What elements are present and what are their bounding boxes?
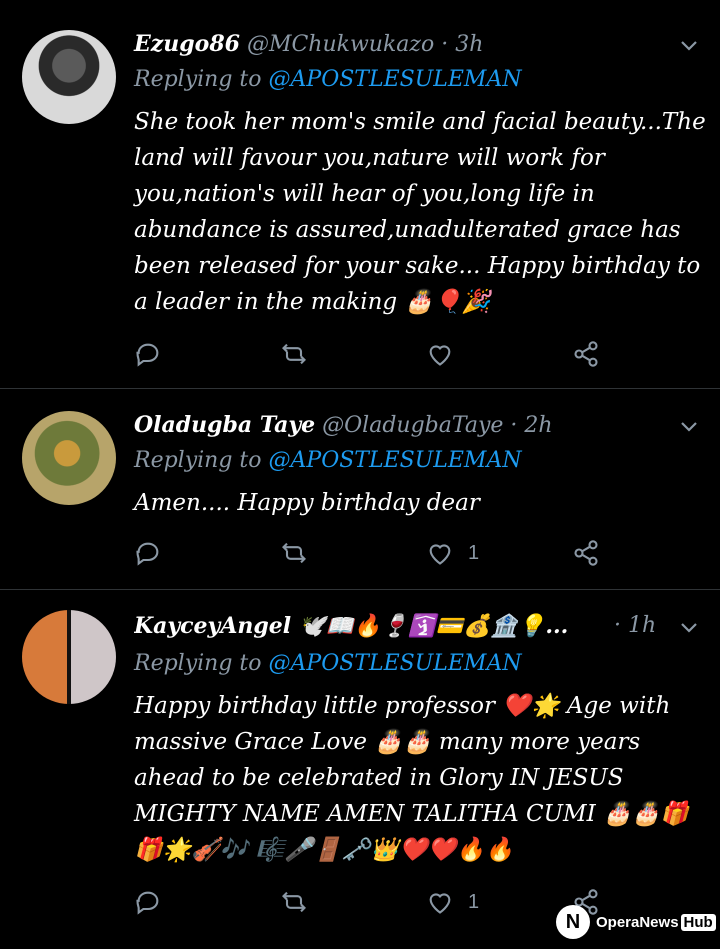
replying-to: Replying to @APOSTLESULEMAN — [134, 445, 522, 477]
replying-label: Replying to — [134, 67, 262, 92]
chevron-down-icon[interactable] — [680, 36, 698, 54]
timestamp[interactable]: · 2h — [510, 413, 552, 438]
avatar[interactable] — [22, 30, 116, 124]
mention-link[interactable]: @APOSTLESULEMAN — [269, 67, 522, 92]
reply-button[interactable] — [134, 334, 162, 374]
tweet-time: · 1h — [614, 608, 656, 644]
tweet-3[interactable]: KayceyAngel 🕊️📖🔥🍷🛐💳💰🏦💡... · 1h Replying … — [0, 590, 720, 949]
like-count: 1 — [468, 890, 480, 913]
like-icon — [429, 893, 451, 914]
chevron-down-icon[interactable] — [680, 417, 698, 435]
tweet-actions — [134, 334, 614, 374]
reply-button[interactable] — [134, 882, 162, 922]
operanews-logo-icon: N — [556, 905, 590, 939]
mention-link[interactable]: @APOSTLESULEMAN — [269, 651, 522, 676]
replying-label: Replying to — [134, 651, 262, 676]
retweet-icon — [282, 542, 306, 564]
like-button[interactable]: 1 — [426, 882, 479, 922]
tweet-actions: 1 — [134, 533, 614, 573]
display-name[interactable]: Ezugo86 — [134, 31, 240, 57]
tweet-1[interactable]: Ezugo86 @MChukwukazo · 3h Replying to @A… — [0, 0, 720, 388]
tweet-text: Happy birthday little professor ❤️🌟 Age … — [134, 693, 689, 863]
share-button[interactable] — [572, 533, 600, 573]
watermark-hub: Hub — [680, 913, 716, 931]
tweet-text: She took her mom's smile and facial beau… — [134, 109, 706, 315]
share-icon — [574, 341, 598, 367]
share-button[interactable] — [572, 334, 600, 374]
reply-icon — [136, 891, 159, 915]
watermark-text: OperaNews Hub — [596, 913, 716, 931]
retweet-button[interactable] — [280, 882, 308, 922]
like-icon — [429, 345, 451, 366]
avatar[interactable] — [22, 610, 116, 704]
like-button[interactable] — [426, 334, 468, 374]
tweet-2[interactable]: Oladugba Taye @OladugbaTaye · 2h Replyin… — [0, 389, 720, 589]
like-button[interactable]: 1 — [426, 533, 479, 573]
share-icon — [574, 540, 598, 566]
avatar[interactable] — [22, 411, 116, 505]
replying-label: Replying to — [134, 448, 262, 473]
tweet-header: Oladugba Taye @OladugbaTaye · 2h — [134, 407, 553, 443]
operanews-hub-watermark: N OperaNews Hub — [556, 902, 716, 942]
handle[interactable]: @MChukwukazo — [247, 32, 434, 57]
tweet-header: Ezugo86 @MChukwukazo · 3h — [134, 26, 483, 62]
timestamp[interactable]: · 1h — [614, 613, 656, 638]
mention-link[interactable]: @APOSTLESULEMAN — [269, 448, 522, 473]
watermark-brand: OperaNews — [596, 913, 679, 931]
reply-button[interactable] — [134, 533, 162, 573]
retweet-icon — [282, 343, 306, 365]
replying-to: Replying to @APOSTLESULEMAN — [134, 64, 522, 96]
like-icon — [429, 544, 451, 565]
tweet-header: KayceyAngel 🕊️📖🔥🍷🛐💳💰🏦💡... — [134, 608, 654, 644]
retweet-icon — [282, 891, 306, 913]
display-name[interactable]: KayceyAngel 🕊️📖🔥🍷🛐💳💰🏦💡... — [134, 613, 568, 639]
retweet-button[interactable] — [280, 334, 308, 374]
retweet-button[interactable] — [280, 533, 308, 573]
reply-icon — [136, 343, 159, 367]
reply-icon — [136, 542, 159, 566]
tweet-text: Amen.... Happy birthday dear — [134, 490, 480, 516]
chevron-down-icon[interactable] — [680, 618, 698, 636]
replying-to: Replying to @APOSTLESULEMAN — [134, 648, 522, 680]
display-name[interactable]: Oladugba Taye — [134, 412, 315, 438]
like-count: 1 — [468, 541, 480, 564]
tweet-actions: 1 — [134, 882, 614, 922]
timestamp[interactable]: · 3h — [441, 32, 483, 57]
handle[interactable]: @OladugbaTaye — [322, 413, 503, 438]
